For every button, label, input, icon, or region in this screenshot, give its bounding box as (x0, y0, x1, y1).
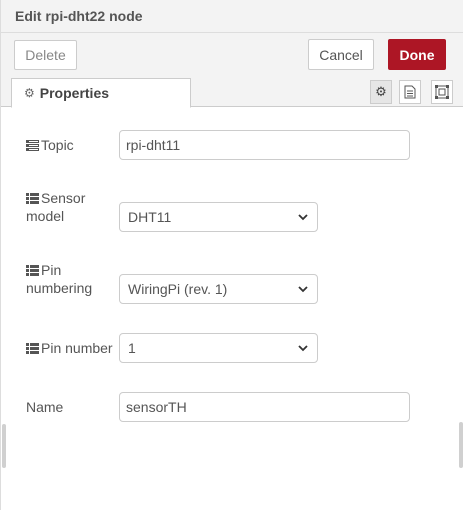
list-icon (26, 193, 39, 204)
list-icon (26, 265, 39, 276)
delete-button[interactable]: Delete (14, 40, 77, 70)
chevron-down-icon (298, 345, 308, 352)
tab-description-button[interactable] (399, 80, 421, 104)
pin-numbering-label: Pin numbering (26, 261, 116, 297)
node-edit-tray: Edit rpi-dht22 node Delete Cancel Done ⚙… (0, 0, 463, 510)
list-icon (26, 343, 39, 354)
cancel-button[interactable]: Cancel (308, 39, 374, 70)
chevron-down-icon (298, 214, 308, 221)
gear-icon: ⚙ (375, 84, 387, 99)
file-text-icon (404, 85, 416, 99)
name-input[interactable]: sensorTH (119, 392, 410, 422)
topic-label-text: Topic (41, 137, 74, 153)
pin-number-select[interactable]: 1 (119, 333, 318, 363)
pin-number-label: Pin number (26, 339, 121, 357)
tray-toolbar: Delete Cancel Done (1, 33, 463, 77)
chevron-down-icon (298, 286, 308, 293)
sensor-model-select[interactable]: DHT11 (119, 202, 318, 232)
pin-numbering-label-line2: numbering (26, 280, 93, 296)
pin-number-value: 1 (128, 340, 136, 356)
tab-settings-button[interactable]: ⚙ (370, 80, 392, 104)
pin-numbering-value: WiringPi (rev. 1) (128, 281, 228, 297)
topic-label: Topic (26, 136, 116, 154)
done-button[interactable]: Done (388, 39, 446, 70)
object-frame-icon (435, 85, 449, 99)
sensor-model-label: Sensor model (26, 189, 116, 225)
topic-input[interactable]: rpi-dht11 (119, 130, 410, 160)
name-label: Name (26, 399, 64, 415)
tabs-bar: ⚙ Properties ⚙ (1, 77, 463, 108)
tab-properties-label: Properties (39, 85, 110, 101)
gear-icon: ⚙ (24, 86, 35, 100)
sensor-model-label-line1: Sensor (41, 190, 86, 206)
right-scroll-handle[interactable] (459, 422, 463, 468)
sensor-model-label-line2: model (26, 208, 65, 224)
tray-title: Edit rpi-dht22 node (15, 8, 143, 24)
left-scroll-handle[interactable] (2, 424, 6, 468)
sensor-model-value: DHT11 (128, 209, 172, 225)
pin-numbering-select[interactable]: WiringPi (rev. 1) (119, 274, 318, 304)
tray-header: Edit rpi-dht22 node (1, 0, 463, 33)
properties-form: Topic rpi-dht11 Sensor model DHT11 Pin n… (1, 108, 463, 510)
tab-appearance-button[interactable] (431, 80, 453, 104)
pin-numbering-label-line1: Pin (41, 262, 62, 278)
tasks-icon (26, 140, 39, 151)
pin-number-label-text: Pin number (41, 340, 113, 356)
tab-properties[interactable]: ⚙ Properties (11, 78, 191, 108)
